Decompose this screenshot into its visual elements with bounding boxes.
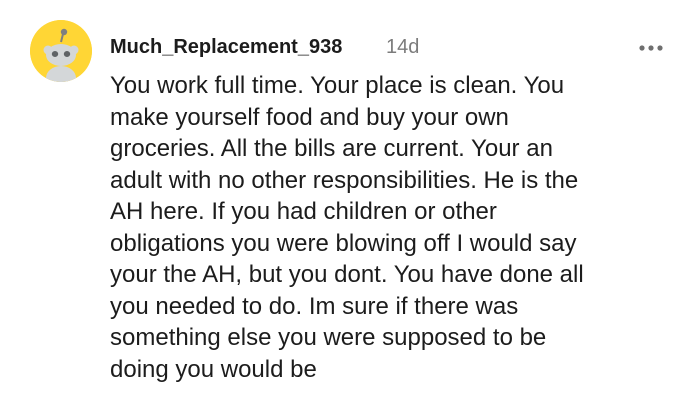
comment-body: You work full time. Your place is clean.… (110, 72, 584, 383)
snoo-avatar-icon[interactable] (30, 20, 92, 82)
more-dots-graphic (639, 45, 663, 51)
comment-author[interactable]: Much_Replacement_938 (110, 36, 342, 59)
comment-age: 14d (386, 36, 420, 58)
more-options-icon[interactable] (636, 40, 666, 56)
snoo-avatar-graphic (30, 20, 92, 82)
comment: Much_Replacement_938 14d You work full t… (0, 0, 700, 417)
